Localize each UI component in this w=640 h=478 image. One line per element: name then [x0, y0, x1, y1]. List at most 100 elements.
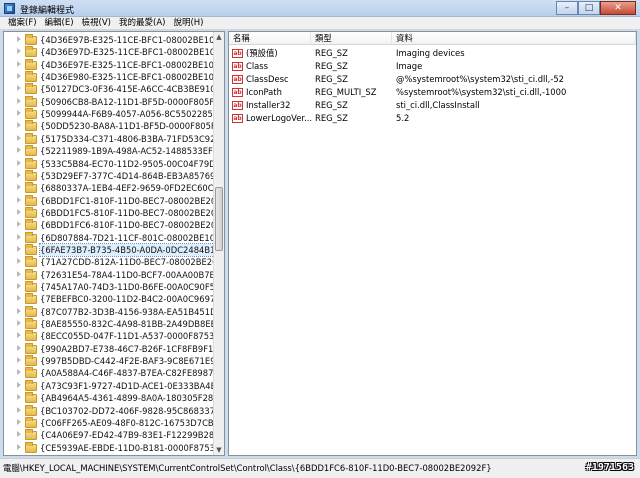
folder-icon: [25, 34, 37, 45]
tree-item[interactable]: {72631E54-78A4-11D0-BCF7-00AA00B7B32A}: [4, 268, 224, 281]
tree-item[interactable]: {5175D334-C371-4806-B3BA-71FD53C9258D}: [4, 132, 224, 145]
expand-arrow-icon[interactable]: [17, 344, 21, 351]
tree-item[interactable]: {997B5DBD-C442-4F2E-BAF3-9C8E671E9E21}: [4, 355, 224, 367]
tree-item[interactable]: {6BDD1FC6-810F-11D0-BEC7-08002BE2092F}: [4, 219, 224, 231]
tree-item[interactable]: {533C5B84-EC70-11D2-9505-00C04F79DEAF}: [4, 157, 224, 170]
tree-item[interactable]: {8ECC055D-047F-11D1-A537-0000F8753ED1}: [4, 330, 224, 342]
tree-item[interactable]: {CE5939AE-EBDE-11D0-B181-0000F8753EC4}: [4, 441, 224, 454]
tree-item-label: {745A17A0-74D3-11D0-B6FE-00A0C90F57DA}: [40, 282, 225, 292]
tree-item[interactable]: {A0A588A4-C46F-4837-B7EA-C82FE89870C6}: [4, 367, 224, 379]
column-header-data[interactable]: 資料: [392, 32, 636, 45]
expand-arrow-icon[interactable]: [17, 245, 21, 252]
expand-arrow-icon[interactable]: [17, 36, 21, 42]
expand-arrow-icon[interactable]: [17, 73, 21, 80]
tree-item[interactable]: {AB4964A5-4361-4899-8A0A-180305F28F92}: [4, 392, 224, 404]
expand-arrow-icon[interactable]: [17, 196, 21, 203]
expand-arrow-icon[interactable]: [17, 307, 21, 314]
tree-item[interactable]: {6D807884-7D21-11CF-801C-08002BE10318}: [4, 231, 224, 244]
tree-item[interactable]: {4D36E97B-E325-11CE-BFC1-08002BE10318}: [4, 34, 224, 46]
expand-arrow-icon[interactable]: [17, 60, 21, 67]
folder-icon: [25, 71, 37, 83]
folder-icon: [25, 157, 37, 169]
value-row[interactable]: ab IconPath REG_MULTI_SZ %systemroot%\syste…: [229, 86, 636, 99]
menu-help[interactable]: 說明(H): [169, 17, 207, 29]
minimize-button[interactable]: –: [556, 1, 578, 15]
expand-arrow-icon[interactable]: [17, 85, 21, 92]
tree-item[interactable]: {C06FF265-AE09-48F0-812C-16753D7CBA83}: [4, 416, 224, 429]
tree-item[interactable]: {6BDD1FC5-810F-11D0-BEC7-08002BE2092F}: [4, 206, 224, 219]
expand-arrow-icon[interactable]: [17, 110, 21, 117]
expand-arrow-icon[interactable]: [17, 357, 21, 364]
expand-arrow-icon[interactable]: [17, 406, 21, 413]
title-bar[interactable]: 登錄編輯程式 – □ ✕: [0, 0, 640, 17]
expand-arrow-icon[interactable]: [17, 443, 21, 450]
value-row[interactable]: ab LowerLogoVer... REG_SZ 5.2: [229, 112, 636, 125]
expand-arrow-icon[interactable]: [17, 270, 21, 277]
expand-arrow-icon[interactable]: [17, 147, 21, 154]
tree-item[interactable]: {7EBEFBC0-3200-11D2-B4C2-00A0C9697D07}: [4, 293, 224, 305]
expand-arrow-icon[interactable]: [17, 283, 21, 289]
expand-arrow-icon[interactable]: [17, 171, 21, 178]
value-row[interactable]: ab ClassDesc REG_SZ @%systemroot%\system32\…: [229, 73, 636, 86]
expand-arrow-icon[interactable]: [17, 159, 21, 166]
column-header-name[interactable]: 名稱: [229, 32, 311, 45]
expand-arrow-icon[interactable]: [17, 431, 21, 438]
tree-item[interactable]: {4D36E97E-E325-11CE-BFC1-08002BE10318}: [4, 58, 224, 71]
value-row[interactable]: ab Installer32 REG_SZ sti_ci.dll,ClassInsta…: [229, 99, 636, 112]
scroll-down-arrow-icon[interactable]: ▼: [214, 445, 224, 455]
tree-item[interactable]: {C4A06E97-ED42-47B9-83E1-F12299B286A5}: [4, 429, 224, 441]
expand-arrow-icon[interactable]: [17, 369, 21, 376]
scrollbar-thumb[interactable]: [215, 187, 223, 251]
menu-favorites[interactable]: 我的最愛(A): [115, 17, 169, 29]
expand-arrow-icon[interactable]: [17, 394, 21, 401]
tree-item[interactable]: {BC103702-DD72-406F-9828-95C868337B59}: [4, 404, 224, 417]
tree-item[interactable]: {6BDD1FC1-810F-11D0-BEC7-08002BE2092F}: [4, 194, 224, 207]
tree-item[interactable]: {50DD5230-BA8A-11D1-BF5D-0000F805F530}: [4, 120, 224, 132]
expand-arrow-icon[interactable]: [17, 221, 21, 228]
folder-icon: [25, 367, 37, 379]
expand-arrow-icon[interactable]: [17, 208, 21, 215]
tree-item[interactable]: {A73C93F1-9727-4D1D-ACE1-0E333BA4E7DB}: [4, 379, 224, 392]
tree-item[interactable]: {4D36E97D-E325-11CE-BFC1-08002BE10318}: [4, 46, 224, 58]
tree-item[interactable]: {87C077B2-3D3B-4156-938A-EA51B451D6C6}: [4, 305, 224, 318]
expand-arrow-icon[interactable]: [17, 134, 21, 141]
expand-arrow-icon[interactable]: [17, 332, 21, 339]
tree-item[interactable]: {8AE85550-832C-4A98-81BB-2A49DB8EE7284}: [4, 318, 224, 330]
value-row[interactable]: ab (預設值) REG_SZ Imaging devices: [229, 47, 636, 60]
tree-item[interactable]: {71A27CDD-812A-11D0-BEC7-08002BE2092F}: [4, 256, 224, 268]
tree-item[interactable]: {4D36E980-E325-11CE-BFC1-08002BE10318}: [4, 71, 224, 83]
tree-item[interactable]: {6FAE73B7-B735-4B50-A0DA-0DC2484B1F1A}: [4, 242, 224, 257]
tree-item-label: {4D36E97D-E325-11CE-BFC1-08002BE10318}: [40, 47, 225, 58]
expand-arrow-icon[interactable]: [17, 48, 21, 55]
tree-item[interactable]: {53D29EF7-377C-4D14-864B-EB3A85769359}: [4, 169, 224, 182]
registry-key-tree[interactable]: {CE5939AE-EBDE-11D0-B181-0000F8753EC4} {C…: [3, 31, 225, 456]
tree-item[interactable]: {6880337A-1EB4-4EF2-9659-0FD2EC60CB1B}: [4, 182, 224, 194]
expand-arrow-icon[interactable]: [17, 381, 21, 388]
value-row[interactable]: ab Class REG_SZ Image: [229, 60, 636, 73]
tree-item[interactable]: {990A2BD7-E738-46C7-B26F-1CF8FB9F1391}: [4, 342, 224, 355]
expand-arrow-icon[interactable]: [17, 122, 21, 129]
menu-view[interactable]: 檢視(V): [78, 17, 115, 29]
string-value-icon: ab: [232, 101, 243, 110]
expand-arrow-icon[interactable]: [17, 418, 21, 425]
expand-arrow-icon[interactable]: [17, 295, 21, 302]
tree-scrollbar[interactable]: ▲ ▼: [213, 32, 224, 455]
close-button[interactable]: ✕: [600, 1, 636, 15]
tree-item[interactable]: {5099944A-F6B9-4057-A056-8C550228544C}: [4, 108, 224, 120]
folder-icon: [25, 355, 37, 367]
tree-item[interactable]: {50906CB8-BA12-11D1-BF5D-0000F805F530}: [4, 95, 224, 108]
tree-item[interactable]: {745A17A0-74D3-11D0-B6FE-00A0C90F57DA}: [4, 281, 224, 293]
scroll-up-arrow-icon[interactable]: ▲: [214, 32, 224, 42]
expand-arrow-icon[interactable]: [17, 97, 21, 104]
tree-item[interactable]: {52211989-1B9A-498A-AC52-1488533EFD50}: [4, 145, 224, 157]
expand-arrow-icon[interactable]: [17, 320, 21, 327]
column-header-type[interactable]: 類型: [311, 32, 392, 45]
expand-arrow-icon[interactable]: [17, 184, 21, 191]
expand-arrow-icon[interactable]: [17, 233, 21, 240]
value-data: %systemroot%\system32\sti_ci.dll,-1000: [396, 87, 567, 97]
menu-file[interactable]: 檔案(F): [4, 17, 41, 29]
maximize-button[interactable]: □: [578, 1, 600, 15]
expand-arrow-icon[interactable]: [17, 258, 21, 265]
tree-item[interactable]: {50127DC3-0F36-415E-A6CC-4CB3BE910B65}: [4, 83, 224, 95]
menu-edit[interactable]: 編輯(E): [41, 17, 78, 29]
